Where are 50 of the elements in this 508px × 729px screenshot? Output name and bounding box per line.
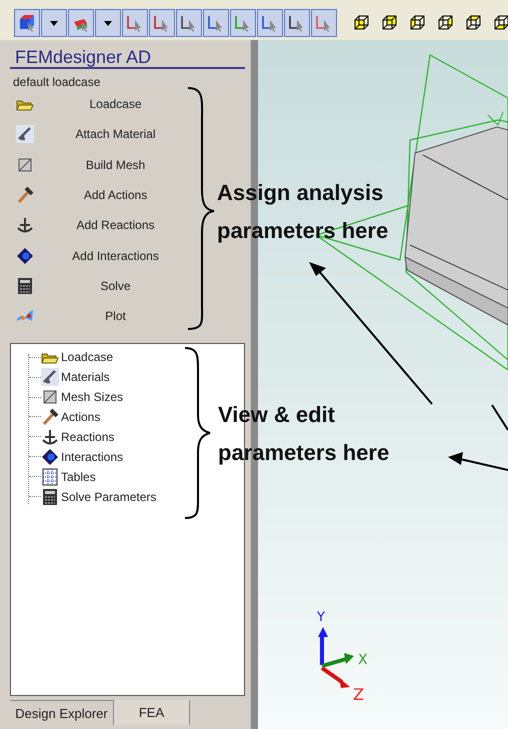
axis-label: Z — [353, 685, 364, 704]
tree-item[interactable]: Solve Parameters — [61, 488, 156, 506]
table-icon[interactable] — [41, 468, 59, 486]
view-cube-icon[interactable] — [353, 14, 371, 32]
hammer-icon[interactable] — [16, 186, 34, 204]
tree-item[interactable]: Materials — [61, 368, 110, 386]
tree-item[interactable]: Tables — [61, 468, 96, 486]
anchor-icon[interactable] — [16, 216, 34, 234]
beam-icon[interactable] — [41, 368, 59, 386]
view-cube-icon[interactable] — [409, 14, 427, 32]
mesh-icon[interactable] — [16, 156, 34, 174]
arrow — [448, 452, 508, 471]
mesh-icon[interactable] — [41, 388, 59, 406]
axis-label: X — [358, 652, 368, 668]
panel-title: FEMdesigner AD — [10, 40, 245, 69]
calculator-icon[interactable] — [16, 276, 34, 295]
cube-select-icon[interactable] — [14, 9, 40, 37]
view-cube-icon[interactable] — [465, 14, 483, 32]
select-tool-icon[interactable] — [122, 9, 148, 37]
action-link[interactable]: Loadcase — [34, 95, 245, 114]
axis-label: Y — [317, 610, 325, 625]
select-tool-icon[interactable] — [284, 9, 310, 37]
calculator-icon[interactable] — [41, 488, 59, 506]
diamond-icon[interactable] — [16, 246, 34, 265]
tree-item[interactable]: Mesh Sizes — [61, 388, 124, 406]
tree-item[interactable]: Actions — [61, 408, 100, 426]
loadcase-name: default loadcase — [12, 74, 102, 89]
action-link[interactable]: Build Mesh — [34, 156, 245, 174]
action-link[interactable]: Solve — [34, 276, 245, 295]
tree-item[interactable]: Interactions — [61, 448, 124, 466]
panel-tab[interactable]: FEA — [114, 700, 190, 726]
tree-item[interactable]: Loadcase — [61, 348, 114, 366]
select-tool-icon[interactable] — [176, 9, 202, 37]
callout-text: Assign analysis parameters here — [217, 179, 390, 245]
view-cube-icon[interactable] — [437, 14, 455, 32]
beam-icon[interactable] — [16, 125, 34, 144]
view-cube-icon[interactable] — [493, 14, 508, 32]
select-tool-icon[interactable] — [257, 9, 283, 37]
anchor-icon[interactable] — [41, 428, 59, 446]
action-link[interactable]: Add Interactions — [34, 246, 245, 265]
select-tool-icon[interactable] — [203, 9, 229, 37]
action-link[interactable]: Plot — [34, 307, 245, 326]
select-tool-icon[interactable] — [149, 9, 175, 37]
diamond-icon[interactable] — [41, 448, 59, 466]
view-cube-icon[interactable] — [381, 14, 399, 32]
axis-triad-drawing — [318, 627, 354, 688]
panel-tab[interactable]: Design Explorer — [10, 700, 114, 726]
tree-item[interactable]: Reactions — [61, 428, 114, 446]
hammer-icon[interactable] — [41, 408, 59, 426]
action-link[interactable]: Attach Material — [34, 125, 245, 144]
